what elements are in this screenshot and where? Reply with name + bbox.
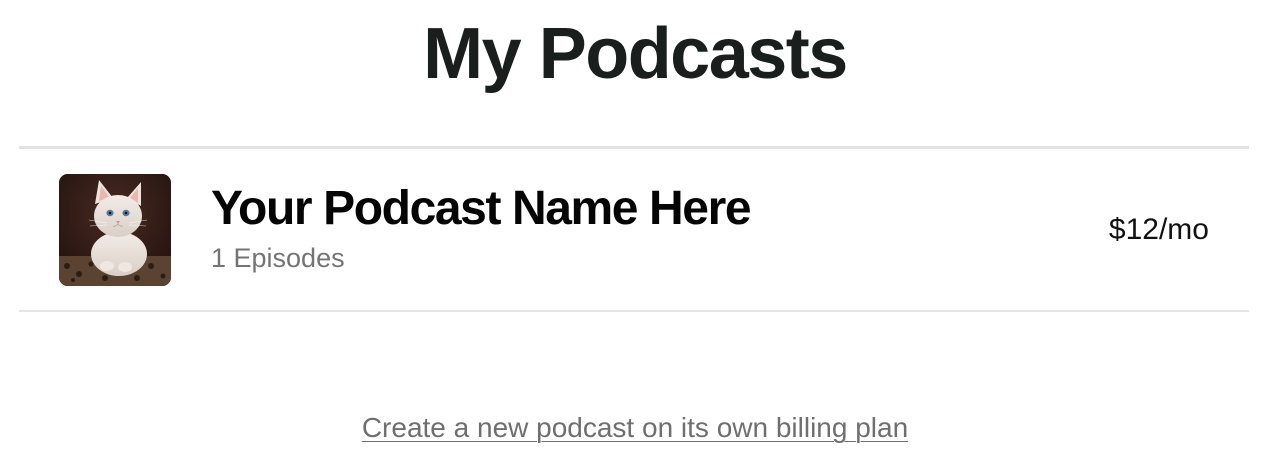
podcast-name[interactable]: Your Podcast Name Here — [211, 181, 752, 237]
podcast-price: $12/mo — [1108, 213, 1209, 246]
podcast-artwork[interactable] — [59, 174, 171, 286]
episode-count: 1 Episodes — [211, 243, 345, 273]
create-podcast-container: Create a new podcast on its own billing … — [0, 410, 1270, 446]
create-podcast-link[interactable]: Create a new podcast on its own billing … — [362, 412, 908, 443]
podcast-list-item[interactable]: Your Podcast Name Here 1 Episodes $12/mo — [19, 149, 1249, 310]
kitten-artwork-icon — [59, 174, 171, 286]
page-title: My Podcasts — [423, 14, 848, 94]
list-divider-bottom — [19, 310, 1249, 312]
